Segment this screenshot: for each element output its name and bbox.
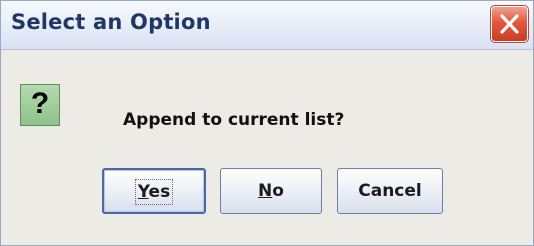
yes-mnemonic: Y xyxy=(137,182,149,202)
question-icon: ? xyxy=(20,84,60,126)
yes-button[interactable]: Yes xyxy=(102,168,206,214)
no-button[interactable]: No xyxy=(220,168,322,214)
dialog-content: ? Append to current list? Yes No Cancel xyxy=(1,50,533,245)
close-button[interactable] xyxy=(490,5,529,43)
close-icon xyxy=(500,14,519,34)
question-mark-glyph: ? xyxy=(30,87,50,120)
yes-label-rest: es xyxy=(148,182,171,202)
dialog-message: Append to current list? xyxy=(123,110,345,130)
title-bar[interactable]: Select an Option xyxy=(1,1,533,50)
no-mnemonic: N xyxy=(258,181,273,201)
cancel-button-label: Cancel xyxy=(358,181,422,201)
yes-button-label: Yes xyxy=(134,179,174,205)
no-label-rest: o xyxy=(272,181,284,201)
dialog-window: Select an Option ? Append to current lis… xyxy=(0,0,534,246)
cancel-button[interactable]: Cancel xyxy=(337,168,443,214)
window-title: Select an Option xyxy=(11,10,211,34)
